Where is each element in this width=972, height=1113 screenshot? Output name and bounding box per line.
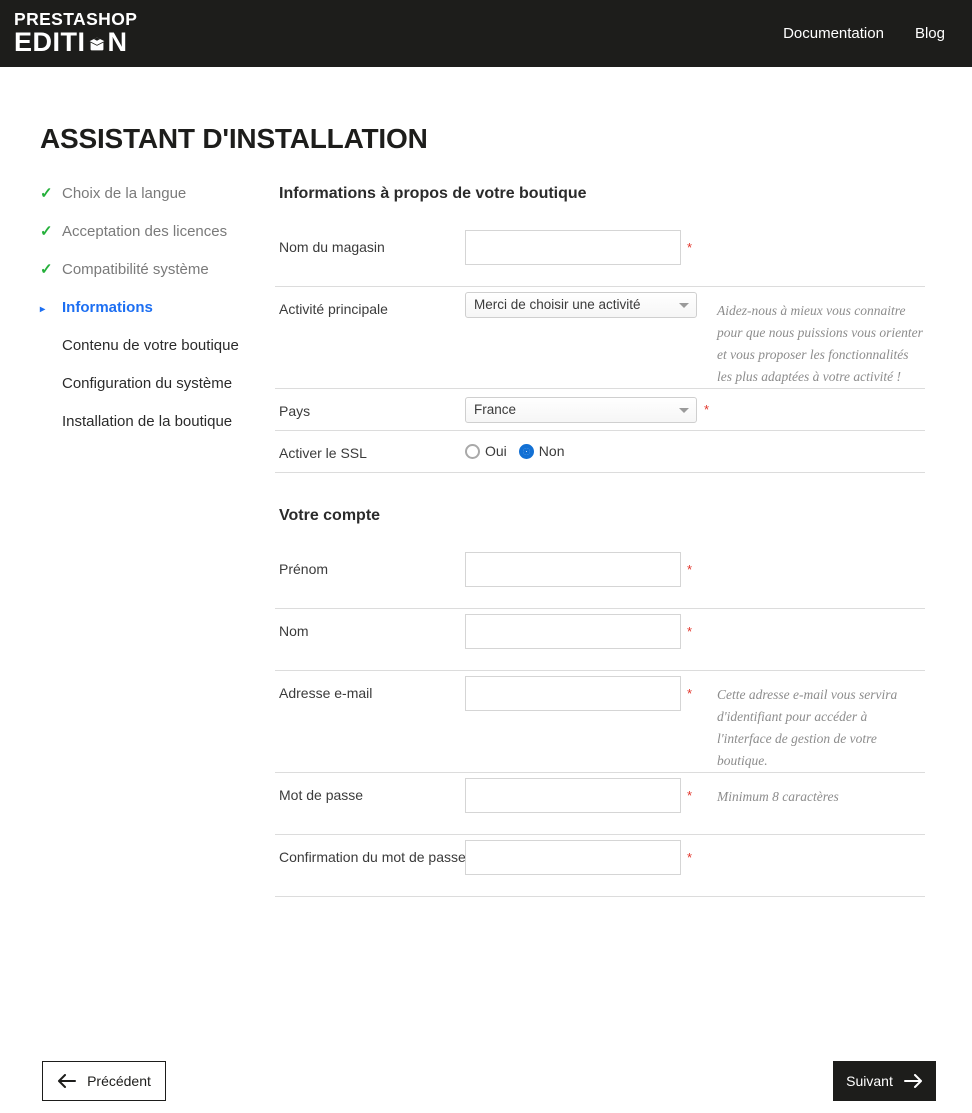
last-name-hint [707, 609, 925, 622]
logo-text-edition: EDITI N [14, 29, 137, 56]
account-section-title: Votre compte [279, 507, 381, 524]
logo-text-prestashop: PRESTASHOP [14, 8, 138, 29]
password-hint: Minimum 8 caractères [717, 789, 839, 804]
ssl-radio-non[interactable]: Non [518, 443, 565, 459]
email-input[interactable] [465, 676, 681, 711]
nav-link-blog[interactable]: Blog [915, 25, 945, 42]
logo-text-edition-pre: EDITI [14, 27, 86, 58]
check-icon: ✓ [40, 223, 53, 240]
page-content: ✓ Choix de la langue ✓ Acceptation des l… [0, 185, 972, 897]
check-icon: ✓ [40, 185, 53, 202]
password-confirm-input[interactable] [465, 840, 681, 875]
form-row-ssl: Activer le SSL Oui Non [275, 431, 925, 473]
required-asterisk: * [687, 788, 693, 803]
sidebar-step-label: Compatibilité système [62, 261, 209, 278]
installer-steps-sidebar: ✓ Choix de la langue ✓ Acceptation des l… [0, 185, 275, 897]
required-asterisk: * [704, 402, 710, 417]
page-title: ASSISTANT D'INSTALLATION [40, 123, 428, 154]
last-name-input[interactable] [465, 614, 681, 649]
form-row-last-name: Nom * [275, 609, 925, 671]
next-button[interactable]: Suivant [833, 1061, 936, 1101]
sidebar-step-label: Installation de la boutique [62, 413, 233, 430]
installer-page: ASSISTANT D'INSTALLATION ✓ Choix de la l… [0, 123, 972, 1101]
country-select[interactable]: France [465, 397, 697, 423]
previous-button-label: Précédent [87, 1073, 151, 1089]
sidebar-step-compatibility[interactable]: ✓ Compatibilité système [40, 261, 275, 299]
email-label: Adresse e-mail [279, 685, 373, 701]
ssl-radio-oui-label: Oui [485, 443, 507, 459]
arrow-right-icon [903, 1074, 922, 1088]
arrow-left-icon [58, 1074, 77, 1088]
required-asterisk: * [687, 686, 693, 701]
required-asterisk: * [687, 624, 693, 639]
form-row-first-name: Prénom * [275, 547, 925, 609]
ssl-radio-group: Oui Non [465, 436, 564, 459]
sidebar-step-install[interactable]: Installation de la boutique [40, 413, 275, 451]
first-name-label: Prénom [279, 561, 329, 577]
password-confirm-label: Confirmation du mot de passe [279, 849, 466, 865]
prestashop-edition-logo: PRESTASHOP EDITI N [14, 8, 138, 57]
ssl-radio-non-label: Non [538, 443, 565, 459]
first-name-hint [707, 547, 925, 560]
shop-info-section-title: Informations à propos de votre boutique [279, 185, 587, 202]
sidebar-step-label: Contenu de votre boutique [62, 337, 239, 354]
sidebar-step-informations[interactable]: ▸ Informations [40, 299, 275, 337]
shop-name-input[interactable] [465, 230, 681, 265]
activity-select-value: Merci de choisir une activité [465, 292, 697, 318]
logo-text-edition-post: N [107, 27, 128, 58]
previous-button[interactable]: Précédent [42, 1061, 166, 1101]
password-input[interactable] [465, 778, 681, 813]
header-nav: Documentation Blog [783, 25, 945, 42]
radio-checked-icon [518, 443, 534, 459]
required-asterisk: * [687, 562, 693, 577]
shop-name-label: Nom du magasin [279, 239, 385, 255]
shop-name-hint [707, 225, 925, 238]
installer-form: Informations à propos de votre boutique … [275, 185, 972, 897]
sidebar-step-language[interactable]: ✓ Choix de la langue [40, 185, 275, 223]
top-bar: PRESTASHOP EDITI N Documentation Blog [0, 0, 972, 67]
sidebar-step-shop-content[interactable]: Contenu de votre boutique [40, 337, 275, 375]
ssl-label: Activer le SSL [279, 445, 367, 461]
ssl-radio-oui[interactable]: Oui [465, 443, 507, 459]
form-row-password: Mot de passe * Minimum 8 caractères [275, 773, 925, 835]
sidebar-step-system-config[interactable]: Configuration du système [40, 375, 275, 413]
country-select-value: France [465, 397, 697, 423]
country-hint [707, 389, 925, 402]
required-asterisk: * [687, 240, 693, 255]
required-asterisk: * [687, 850, 693, 865]
nav-link-documentation[interactable]: Documentation [783, 25, 884, 42]
sidebar-step-licenses[interactable]: ✓ Acceptation des licences [40, 223, 275, 261]
installer-footer: Précédent Suivant [0, 995, 972, 1113]
next-button-label: Suivant [846, 1073, 893, 1089]
activity-hint: Aidez-nous à mieux vous connaitre pour q… [717, 303, 923, 384]
last-name-label: Nom [279, 623, 309, 639]
check-icon: ✓ [40, 261, 53, 278]
radio-unchecked-icon [465, 443, 480, 459]
activity-label: Activité principale [279, 301, 388, 317]
sidebar-step-label: Acceptation des licences [62, 223, 228, 240]
password-label: Mot de passe [279, 787, 364, 803]
first-name-input[interactable] [465, 552, 681, 587]
open-box-icon [86, 32, 108, 54]
chevron-right-icon: ▸ [40, 304, 46, 315]
sidebar-step-label: Informations [62, 299, 153, 316]
sidebar-step-label: Configuration du système [62, 375, 233, 392]
ssl-hint [707, 431, 925, 444]
country-label: Pays [279, 403, 311, 419]
form-row-password-confirm: Confirmation du mot de passe * [275, 835, 925, 897]
form-row-country: Pays France * [275, 389, 925, 431]
email-hint: Cette adresse e-mail vous servira d'iden… [717, 687, 898, 768]
form-row-activity: Activité principale Merci de choisir une… [275, 287, 925, 389]
password-confirm-hint [707, 835, 925, 848]
sidebar-step-label: Choix de la langue [62, 185, 187, 202]
form-row-shop-name: Nom du magasin * [275, 225, 925, 287]
activity-select[interactable]: Merci de choisir une activité [465, 292, 697, 318]
form-row-email: Adresse e-mail * Cette adresse e-mail vo… [275, 671, 925, 773]
